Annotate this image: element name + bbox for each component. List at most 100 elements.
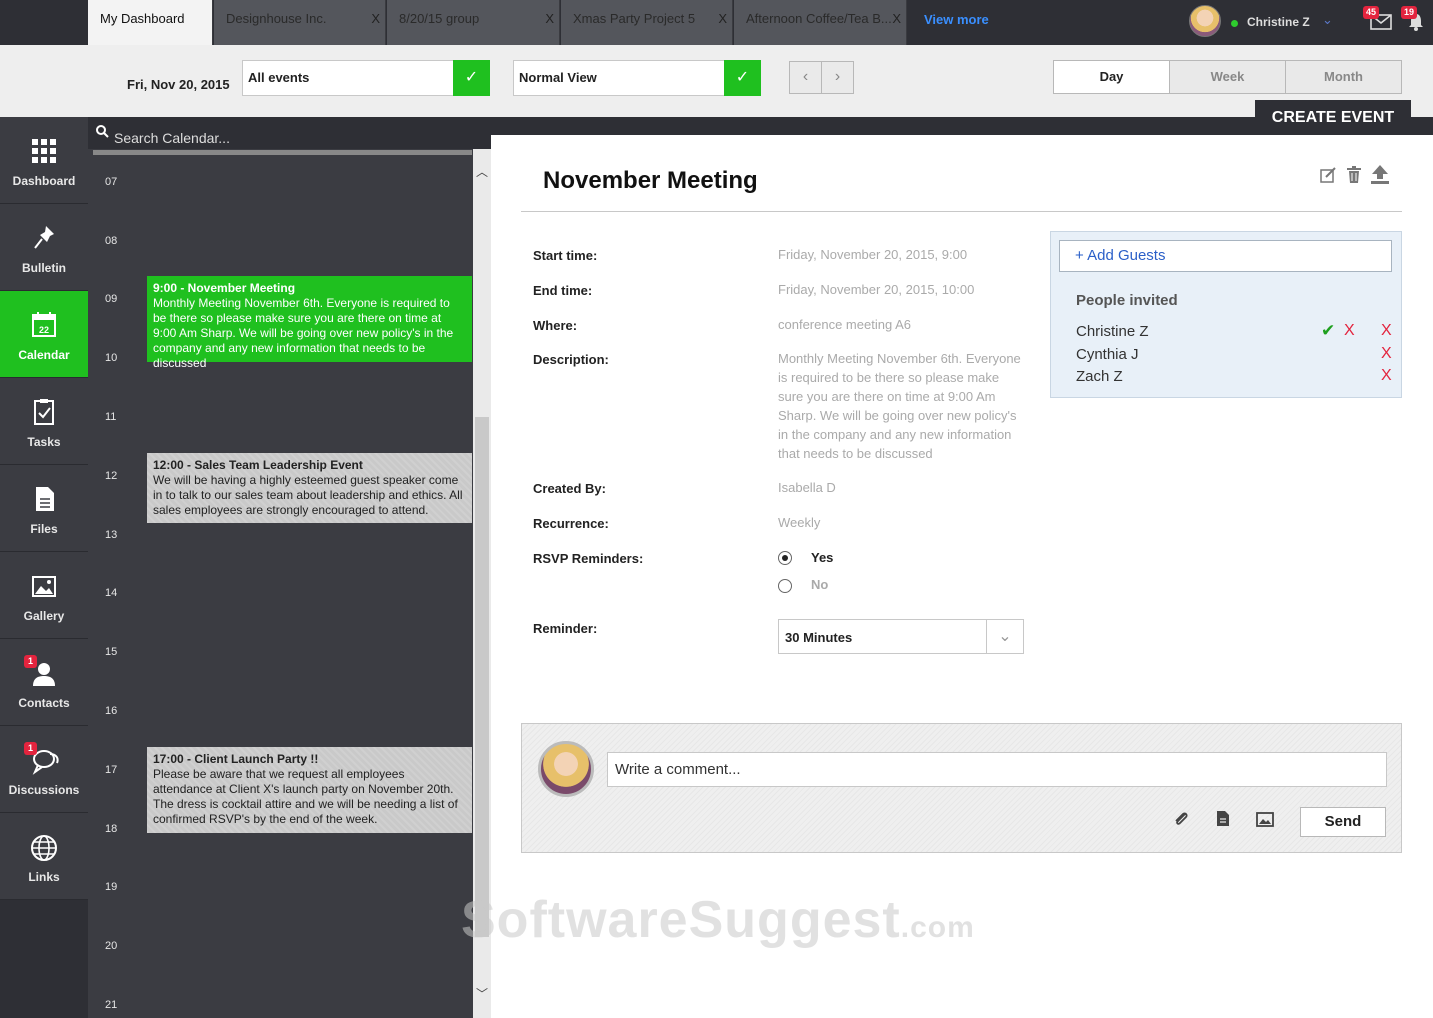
image-icon[interactable] (1256, 811, 1274, 827)
event-title: November Meeting (543, 167, 758, 194)
sidebar-item-tasks[interactable]: Tasks (0, 378, 88, 465)
calendar-event-november-meeting[interactable]: 9:00 - November Meeting Monthly Meeting … (147, 276, 472, 370)
sidebar-item-label: Tasks (27, 435, 61, 449)
comment-input[interactable]: Write a comment... (607, 752, 1387, 787)
start-time-label: Start time: (533, 248, 598, 263)
hour-label: 16 (105, 705, 118, 717)
view-mode-select[interactable]: Normal View ✓ (513, 60, 761, 96)
tab-close-icon[interactable]: X (371, 0, 380, 38)
reminder-select[interactable]: 30 Minutes ⌄ (778, 619, 1024, 654)
tab-group[interactable]: 8/20/15 group X (387, 0, 560, 45)
hour-label: 21 (105, 999, 118, 1011)
next-day-button[interactable]: › (821, 61, 854, 94)
remove-guest-icon[interactable]: X (1381, 345, 1392, 363)
tab-my-dashboard[interactable]: My Dashboard (88, 0, 213, 45)
start-time-value: Friday, November 20, 2015, 9:00 (778, 247, 968, 262)
tab-label: Xmas Party Project 5 (573, 11, 696, 26)
chevron-down-icon[interactable]: ✓ (453, 60, 490, 96)
sidebar-item-label: Contacts (18, 696, 70, 710)
send-button[interactable]: Send (1300, 807, 1386, 837)
document-icon[interactable] (1216, 810, 1230, 827)
alerts-badge: 19 (1401, 6, 1418, 19)
hour-label: 20 (105, 940, 118, 952)
chevron-down-icon[interactable]: ⌄ (986, 620, 1023, 653)
comment-box: Write a comment... Send (521, 723, 1402, 853)
guest-name: Zach Z (1076, 368, 1123, 385)
select-value: Normal View (519, 70, 597, 85)
calendar-icon-day: 22 (39, 325, 49, 335)
view-more-link[interactable]: View more (924, 12, 989, 27)
search-input[interactable]: Search Calendar... (114, 130, 230, 146)
trash-icon[interactable] (1346, 166, 1362, 184)
hour-label: 11 (105, 411, 117, 423)
tab-close-icon[interactable]: X (718, 0, 727, 38)
sidebar-item-discussions[interactable]: 1 Discussions (0, 726, 88, 813)
tab-close-icon[interactable]: X (892, 0, 901, 38)
sidebar-item-calendar[interactable]: 22 Calendar (0, 291, 88, 378)
remove-guest-icon[interactable]: X (1381, 367, 1392, 385)
sidebar-item-bulletin[interactable]: Bulletin (0, 204, 88, 291)
rsvp-no-label[interactable]: No (811, 577, 828, 592)
contacts-badge: 1 (24, 655, 37, 668)
chevron-down-icon[interactable]: ﹀ (473, 985, 491, 1002)
watermark: SoftwareSuggest.com (461, 890, 975, 950)
guest-name: Christine Z (1076, 323, 1149, 340)
view-week-button[interactable]: Week (1169, 60, 1286, 94)
hour-label: 15 (105, 646, 118, 658)
calendar-event-client-launch[interactable]: 17:00 - Client Launch Party !! Please be… (147, 747, 472, 833)
tab-designhouse[interactable]: Designhouse Inc. X (214, 0, 386, 45)
sidebar-item-label: Bulletin (22, 261, 66, 275)
accepted-check-icon: ✔ (1321, 321, 1336, 340)
sidebar-item-label: Dashboard (12, 174, 76, 188)
tab-close-icon[interactable]: X (545, 0, 554, 38)
user-avatar[interactable] (1189, 5, 1221, 37)
sidebar-item-contacts[interactable]: 1 Contacts (0, 639, 88, 726)
add-guests-button[interactable]: + Add Guests (1059, 240, 1392, 272)
chevron-down-icon[interactable]: ✓ (724, 60, 761, 96)
events-filter-select[interactable]: All events ✓ (242, 60, 490, 96)
sidebar-item-dashboard[interactable]: Dashboard (0, 117, 88, 204)
tab-label: 8/20/15 group (399, 11, 480, 26)
tab-label: Designhouse Inc. (226, 11, 327, 26)
create-event-button[interactable]: CREATE EVENT (1255, 100, 1411, 135)
hour-label: 17 (105, 764, 118, 776)
calendar-event-sales-team[interactable]: 12:00 - Sales Team Leadership Event We w… (147, 453, 472, 523)
divider (521, 211, 1402, 212)
discussions-badge: 1 (24, 742, 37, 755)
calendar-scrollbar[interactable]: ︿ ﹀ (473, 149, 491, 1018)
sidebar-item-gallery[interactable]: Gallery (0, 552, 88, 639)
sidebar-item-links[interactable]: Links (0, 813, 88, 900)
remove-guest-icon[interactable]: X (1381, 322, 1392, 340)
rsvp-no-radio[interactable] (778, 579, 792, 593)
tab-afternoon-coffee[interactable]: Afternoon Coffee/Tea B... X (734, 0, 907, 45)
edit-icon[interactable] (1320, 167, 1336, 184)
image-icon (32, 576, 56, 597)
recurrence-value: Weekly (778, 515, 821, 530)
event-description: We will be having a highly esteemed gues… (153, 473, 463, 517)
pin-icon (34, 226, 54, 249)
view-month-button[interactable]: Month (1285, 60, 1402, 94)
rsvp-yes-radio[interactable] (778, 551, 792, 565)
previous-day-button[interactable]: ‹ (789, 61, 822, 94)
hour-label: 09 (105, 293, 118, 305)
tab-label: My Dashboard (100, 11, 185, 26)
hour-label: 10 (105, 352, 118, 364)
event-detail-panel: November Meeting Start time: Friday, Nov… (491, 117, 1433, 1018)
chevron-up-icon[interactable]: ︿ (473, 163, 491, 180)
file-icon (36, 487, 54, 511)
sidebar-item-files[interactable]: Files (0, 465, 88, 552)
scrollbar-thumb[interactable] (475, 417, 489, 937)
decline-icon[interactable]: X (1344, 322, 1355, 340)
hour-label: 13 (105, 529, 118, 541)
rsvp-yes-label[interactable]: Yes (811, 550, 833, 565)
calendar-search[interactable]: Search Calendar... (88, 117, 491, 149)
tab-xmas-party[interactable]: Xmas Party Project 5 X (561, 0, 733, 45)
sidebar-item-label: Links (28, 870, 60, 884)
chevron-down-icon[interactable]: ⌄ (1322, 12, 1333, 28)
view-day-button[interactable]: Day (1053, 60, 1170, 94)
share-icon[interactable] (1370, 164, 1390, 185)
user-name[interactable]: Christine Z (1247, 15, 1310, 29)
current-date: Fri, Nov 20, 2015 (127, 77, 230, 92)
top-bar: My Dashboard Designhouse Inc. X 8/20/15 g… (0, 0, 1433, 45)
paperclip-icon[interactable] (1172, 810, 1190, 828)
